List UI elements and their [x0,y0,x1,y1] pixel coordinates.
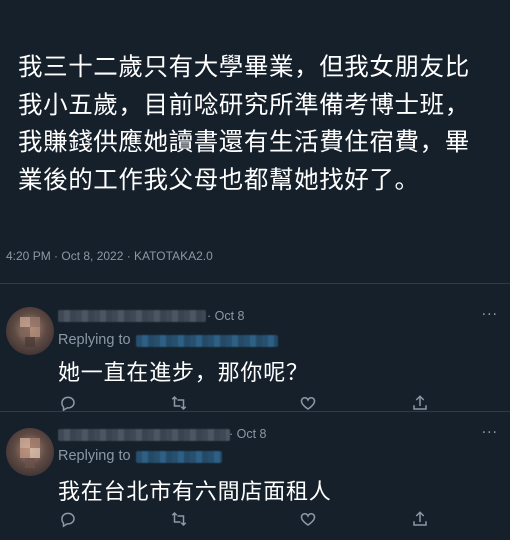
tweet-date[interactable]: · Oct 8 [207,309,245,323]
avatar[interactable] [6,428,54,476]
reply-tweet[interactable]: · Oct 8 ··· Replying to 我在台北市有六間店面租人 [0,414,510,532]
replying-to-handle[interactable] [136,451,222,463]
replying-to-label: Replying to [58,332,131,348]
username-redacted [58,429,230,441]
divider [0,283,510,284]
username-redacted [58,310,206,322]
divider [0,411,510,412]
comment-icon[interactable] [59,394,77,412]
tweet-meta[interactable]: 4:20 PM · Oct 8, 2022 · KATOTAKA2.0 [6,249,213,263]
reply-text: 她一直在進步，那你呢？ [58,361,309,386]
comment-icon[interactable] [59,510,77,528]
replying-to-handle[interactable] [136,335,278,347]
reply-tweet[interactable]: · Oct 8 ··· Replying to 她一直在進步，那你呢？ [0,293,510,412]
heart-icon[interactable] [299,394,317,412]
share-icon[interactable] [411,394,429,412]
reply-text: 我在台北市有六間店面租人 [58,480,332,505]
avatar[interactable] [6,307,54,355]
tweet-text: 我三十二歲只有大學畢業，但我女朋友比 我小五歲，目前唸研究所準備考博士班， 我賺… [18,52,470,194]
retweet-icon[interactable] [170,394,188,412]
replying-to-label: Replying to [58,448,131,464]
share-icon[interactable] [411,510,429,528]
more-options-icon[interactable]: ··· [482,307,498,323]
retweet-icon[interactable] [170,510,188,528]
heart-icon[interactable] [299,510,317,528]
tweet-date[interactable]: · Oct 8 [229,427,267,441]
more-options-icon[interactable]: ··· [482,425,498,441]
